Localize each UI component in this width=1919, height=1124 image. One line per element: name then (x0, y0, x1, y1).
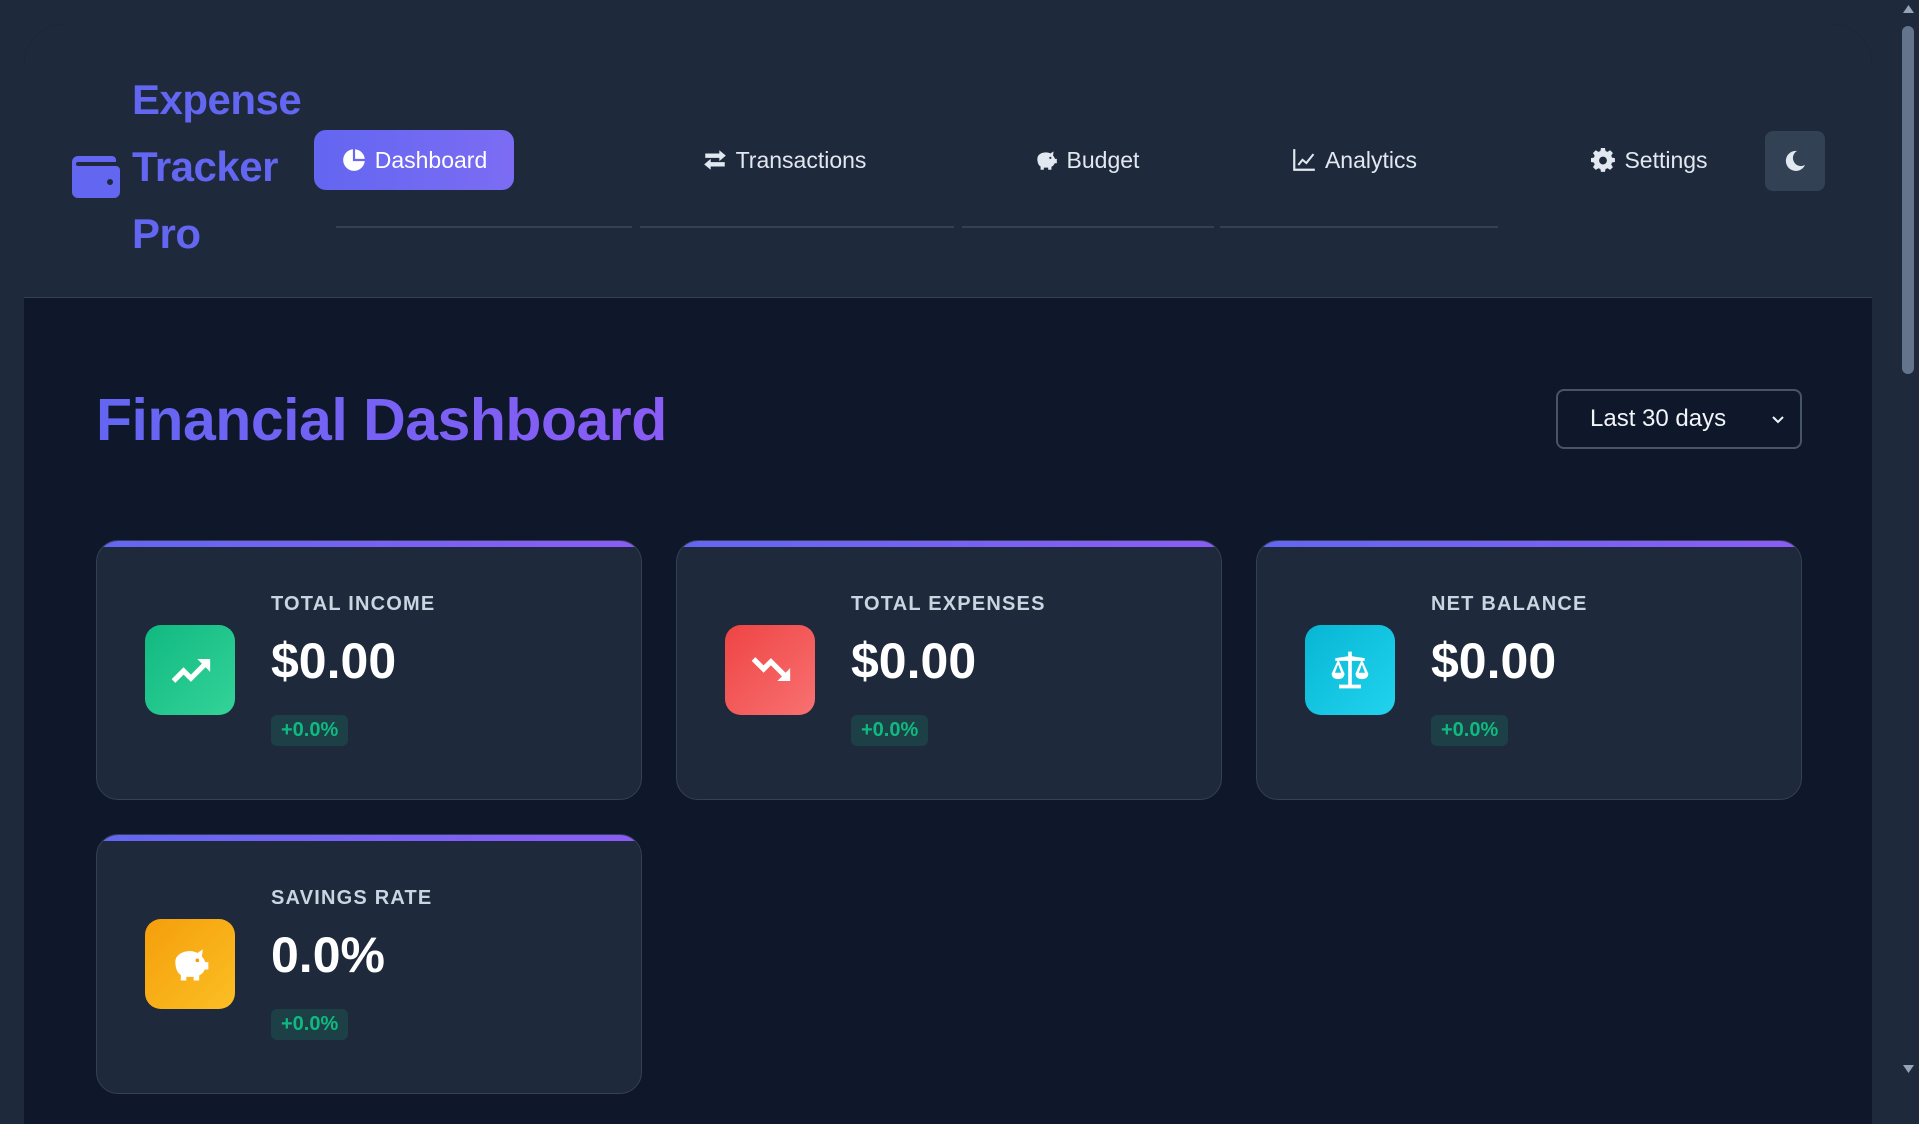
card-change-badge: +0.0% (851, 715, 929, 746)
pie-chart-icon (342, 149, 365, 171)
card-value: 0.0% (271, 927, 385, 983)
nav-label: Budget (1066, 146, 1140, 173)
trend-down-icon (751, 657, 791, 681)
logo[interactable]: Expense Tracker Pro (72, 66, 332, 266)
nav-label: Dashboard (374, 146, 488, 173)
app-title: Expense Tracker Pro (132, 66, 332, 267)
card-value: $0.00 (1431, 633, 1557, 689)
wallet-icon (72, 156, 120, 198)
stat-card-savings-rate: SAVINGS RATE 0.0% +0.0% (96, 834, 642, 1094)
period-select-value: Last 30 days (1590, 405, 1727, 432)
gear-icon (1591, 147, 1616, 172)
period-select[interactable]: Last 30 days (1556, 389, 1802, 449)
page-scrollbar[interactable] (1898, 0, 1919, 1079)
nav-transactions[interactable]: Transactions (674, 130, 894, 190)
page-title: Financial Dashboard (96, 384, 667, 456)
card-value: $0.00 (271, 633, 397, 689)
card-label: SAVINGS RATE (271, 887, 433, 909)
card-icon-box (1305, 625, 1395, 715)
nav-label: Analytics (1324, 146, 1418, 173)
piggy-bank-icon (175, 949, 209, 981)
nav-label: Transactions (735, 146, 867, 173)
card-change-badge: +0.0% (271, 715, 349, 746)
nav-divider (336, 226, 632, 228)
stat-card-expenses: TOTAL EXPENSES $0.00 +0.0% (676, 540, 1222, 800)
card-label: TOTAL INCOME (271, 593, 436, 615)
nav-divider (1220, 226, 1498, 228)
chevron-down-icon (1772, 416, 1784, 424)
piggy-bank-icon (1036, 151, 1057, 170)
trend-up-icon (171, 659, 211, 683)
moon-icon (1785, 150, 1805, 171)
app-title-line: Tracker (132, 143, 278, 190)
stat-card-income: TOTAL INCOME $0.00 +0.0% (96, 540, 642, 800)
header: Expense Tracker Pro Dashboard Transactio… (24, 24, 1872, 298)
nav-budget[interactable]: Budget (1016, 130, 1156, 190)
nav-settings[interactable]: Settings (1564, 130, 1734, 190)
scroll-up-arrow-icon[interactable] (1902, 4, 1915, 14)
balance-scale-icon (1331, 651, 1369, 689)
card-label: NET BALANCE (1431, 593, 1588, 615)
line-chart-icon (1293, 149, 1315, 171)
scroll-thumb[interactable] (1902, 26, 1914, 374)
card-icon-box (145, 919, 235, 1009)
card-value: $0.00 (851, 633, 977, 689)
exchange-arrows-icon (703, 150, 726, 170)
nav-divider (962, 226, 1214, 228)
nav-divider (640, 226, 954, 228)
card-icon-box (145, 625, 235, 715)
theme-toggle-button[interactable] (1765, 131, 1825, 191)
card-icon-box (725, 625, 815, 715)
stat-card-net-balance: NET BALANCE $0.00 +0.0% (1256, 540, 1802, 800)
nav-dashboard[interactable]: Dashboard (314, 130, 514, 190)
scroll-down-arrow-icon[interactable] (1902, 1064, 1915, 1074)
nav-label: Settings (1624, 146, 1708, 173)
card-change-badge: +0.0% (271, 1009, 349, 1040)
app-title-line: Expense (132, 76, 302, 123)
nav-analytics[interactable]: Analytics (1264, 130, 1444, 190)
app-title-line: Pro (132, 210, 201, 257)
card-label: TOTAL EXPENSES (851, 593, 1046, 615)
card-change-badge: +0.0% (1431, 715, 1509, 746)
app-window: Expense Tracker Pro Dashboard Transactio… (24, 24, 1872, 1124)
